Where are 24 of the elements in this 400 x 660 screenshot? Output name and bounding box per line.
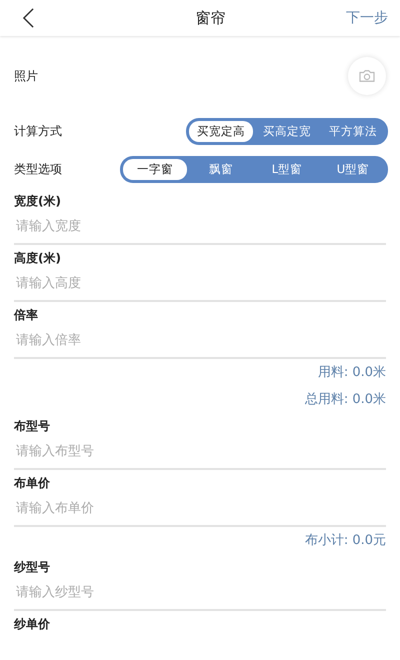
field-label: 纱型号 bbox=[14, 559, 51, 576]
segment-option[interactable]: 一字窗 bbox=[123, 158, 187, 180]
total-text: 布小计: 0.0元 bbox=[304, 533, 386, 548]
field-label: 宽度(米) bbox=[14, 193, 62, 210]
option-label: 计算方式 bbox=[14, 122, 62, 140]
segment-option[interactable]: 买高定宽 bbox=[255, 120, 319, 142]
segment-option[interactable]: 飘窗 bbox=[189, 158, 253, 180]
segment-option[interactable]: L型窗 bbox=[255, 158, 319, 180]
field-label: 高度(米) bbox=[14, 250, 62, 267]
segment-option[interactable]: U型窗 bbox=[321, 158, 385, 180]
total-text: 用料: 0.0米 bbox=[318, 365, 386, 380]
back-icon[interactable] bbox=[22, 7, 35, 29]
field-label: 布单价 bbox=[14, 475, 51, 492]
option-label: 类型选项 bbox=[14, 160, 62, 178]
field-label: 倍率 bbox=[14, 307, 39, 324]
total-text: 总用料: 0.0米 bbox=[304, 392, 386, 407]
next-step-link[interactable]: 下一步 bbox=[346, 9, 388, 27]
field-label: 纱单价 bbox=[14, 616, 51, 633]
segment-option[interactable]: 平方算法 bbox=[321, 120, 385, 142]
camera-icon bbox=[358, 69, 376, 83]
page-title: 窗帘 bbox=[196, 8, 226, 28]
field-label: 布型号 bbox=[14, 418, 51, 435]
photo-label: 照片 bbox=[14, 68, 38, 84]
segment-option[interactable]: 买宽定高 bbox=[189, 120, 253, 142]
